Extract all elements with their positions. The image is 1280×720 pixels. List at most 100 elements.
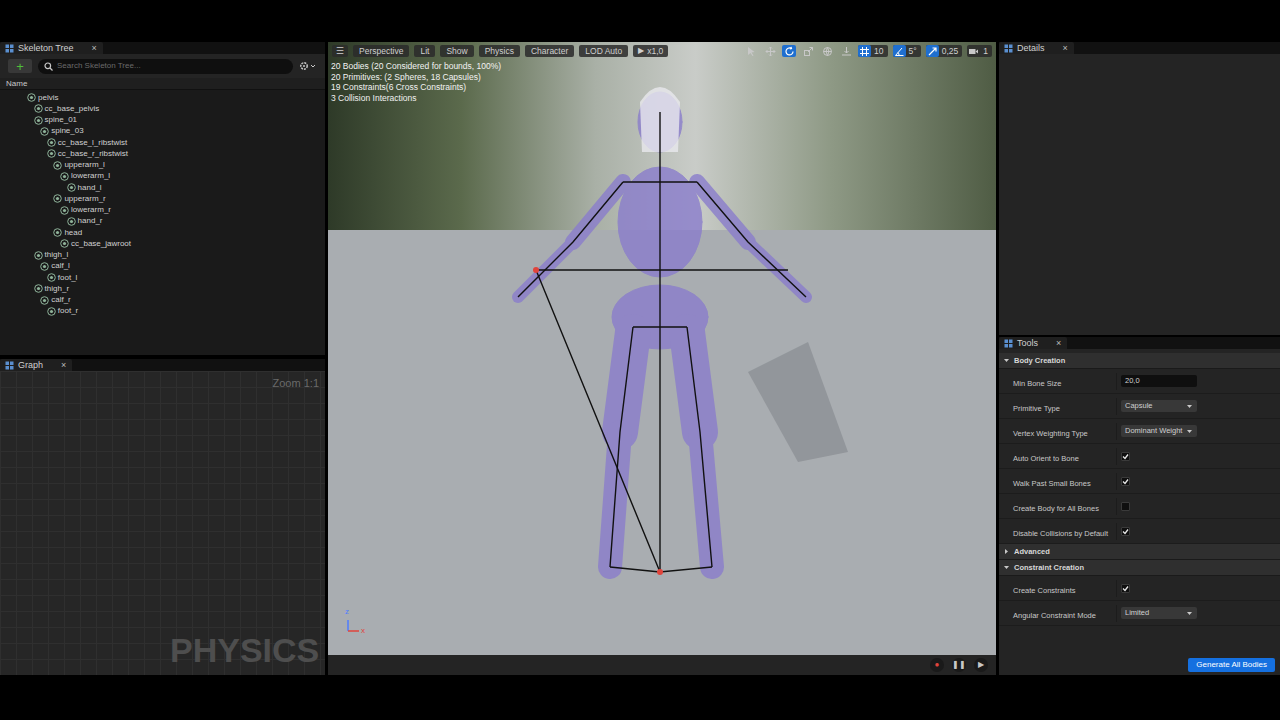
stats-line: 3 Collision Interactions [331, 93, 501, 104]
number-field[interactable]: 20,0 [1121, 375, 1197, 387]
skeleton-tree-tab[interactable]: Skeleton Tree× [0, 42, 103, 54]
search-field[interactable] [38, 59, 293, 74]
snap-camera-toggle[interactable]: 1 [967, 45, 992, 57]
search-input[interactable] [57, 60, 287, 72]
tools-tab[interactable]: Tools× [999, 337, 1067, 349]
checkbox[interactable] [1121, 527, 1130, 536]
chevron-down-icon[interactable] [1003, 357, 1010, 364]
bone-name: upperarm_l [64, 160, 104, 170]
bone-row[interactable]: cc_base_l_ribstwist [0, 137, 325, 148]
property-label-cell: Min Bone Size [999, 369, 1116, 393]
transform-surface-button[interactable] [839, 45, 853, 57]
snap-camera-state[interactable] [967, 45, 980, 57]
bone-row[interactable]: foot_l [0, 272, 325, 283]
bone-row[interactable]: head [0, 227, 325, 238]
bone-row[interactable]: foot_r [0, 306, 325, 317]
settings-gear-icon[interactable] [299, 61, 317, 71]
viewport-toolbar-button[interactable]: Lit [414, 45, 435, 57]
bone-row[interactable]: cc_base_r_ribstwist [0, 148, 325, 159]
playback-button[interactable]: ● [930, 658, 944, 672]
viewport-menu-button[interactable]: ☰ [332, 45, 348, 57]
bone-row[interactable]: spine_03 [0, 126, 325, 137]
snap-scale-toggle[interactable]: 0,25 [926, 45, 963, 57]
add-button[interactable]: + [8, 59, 32, 73]
bone-row[interactable]: upperarm_l [0, 160, 325, 171]
bone-row[interactable]: spine_01 [0, 115, 325, 126]
checkbox[interactable] [1121, 584, 1130, 593]
bone-row[interactable]: upperarm_r [0, 193, 325, 204]
bone-row[interactable]: lowerarm_l [0, 171, 325, 182]
name-column[interactable]: Name [6, 78, 27, 90]
viewport-toolbar-button[interactable]: LOD Auto [579, 45, 628, 57]
viewport-toolbar-button[interactable]: Show [440, 45, 473, 57]
close-button[interactable]: × [1063, 43, 1068, 53]
character-mesh[interactable] [328, 42, 996, 655]
property-row: Primitive TypeCapsule [999, 394, 1280, 419]
close-button[interactable]: × [61, 360, 66, 370]
snap-grid-state[interactable] [858, 45, 871, 57]
playback-glyph: ● [935, 660, 940, 670]
snap-scale-state[interactable] [926, 45, 939, 57]
transform-world-button[interactable] [820, 45, 834, 57]
generate-all-bodies-button[interactable]: Generate All Bodies [1188, 658, 1275, 672]
details-tab[interactable]: Details× [999, 42, 1074, 54]
select-icon [746, 46, 757, 57]
dropdown[interactable]: Capsule [1121, 400, 1197, 412]
graph-canvas[interactable]: Zoom 1:1PHYSICS [0, 371, 325, 675]
property-label-cell: Vertex Weighting Type [999, 419, 1116, 443]
bone-name: cc_base_jawroot [71, 239, 131, 249]
bone-row[interactable]: lowerarm_r [0, 205, 325, 216]
bone-row[interactable]: cc_base_jawroot [0, 238, 325, 249]
checkbox[interactable] [1121, 452, 1130, 461]
viewport-toolbar-button[interactable]: Character [525, 45, 574, 57]
viewport[interactable]: ☰ Perspective Lit Show Physics Character LOD A… [328, 42, 996, 655]
close-button[interactable]: × [92, 43, 97, 53]
bone-row[interactable]: pelvis [0, 92, 325, 103]
toolbar-label: Lit [420, 46, 429, 56]
graph-tab[interactable]: Graph× [0, 359, 72, 371]
chevron-right-icon[interactable] [1003, 548, 1010, 555]
viewport-toolbar-button[interactable]: Physics [479, 45, 520, 57]
dropdown[interactable]: Dominant Weight [1121, 425, 1197, 437]
snap-angle-toggle[interactable]: 5° [893, 45, 921, 57]
playback-button[interactable]: ❚❚ [952, 658, 966, 672]
dropdown-value: Limited [1125, 607, 1149, 618]
bone-icon [53, 161, 62, 170]
bone-row[interactable]: cc_base_pelvis [0, 103, 325, 114]
bone-row[interactable]: calf_r [0, 295, 325, 306]
stats-line: 20 Primitives: (2 Spheres, 18 Capsules) [331, 72, 501, 83]
chevron-down-icon[interactable] [1003, 564, 1010, 571]
bone-row[interactable]: hand_r [0, 216, 325, 227]
snap-angle-state[interactable] [893, 45, 906, 57]
play-speed-button[interactable]: ▶x1,0 [633, 45, 668, 57]
transform-rotate-button[interactable] [782, 45, 796, 57]
bone-row[interactable]: thigh_r [0, 283, 325, 294]
transform-select-button[interactable] [744, 45, 758, 57]
checkbox[interactable] [1121, 502, 1130, 511]
property-value-cell [1116, 498, 1280, 515]
snap-grid-toggle[interactable]: 10 [858, 45, 887, 57]
checkbox[interactable] [1121, 477, 1130, 486]
section-header[interactable]: Advanced [999, 544, 1280, 560]
section-header[interactable]: Body Creation [999, 353, 1280, 369]
property-label-cell: Auto Orient to Bone [999, 444, 1116, 468]
viewport-toolbar-button[interactable]: Perspective [353, 45, 409, 57]
bone-row[interactable]: hand_l [0, 182, 325, 193]
scale-icon [803, 46, 814, 57]
transform-move-button[interactable] [763, 45, 777, 57]
bone-name: cc_base_r_ribstwist [58, 149, 128, 159]
bone-row[interactable]: thigh_l [0, 250, 325, 261]
property-label: Walk Past Small Bones [1013, 479, 1091, 488]
section-header[interactable]: Constraint Creation [999, 560, 1280, 576]
section-title: Constraint Creation [1014, 562, 1084, 573]
bone-icon [53, 194, 62, 203]
bone-row[interactable]: calf_l [0, 261, 325, 272]
transform-scale-button[interactable] [801, 45, 815, 57]
bone-icon [60, 172, 69, 181]
property-label-cell: Create Body for All Bones [999, 494, 1116, 518]
close-button[interactable]: × [1056, 338, 1061, 348]
bone-icon [40, 127, 49, 136]
dropdown[interactable]: Limited [1121, 607, 1197, 619]
playback-button[interactable]: ▶ [974, 658, 988, 672]
bone-icon [60, 206, 69, 215]
